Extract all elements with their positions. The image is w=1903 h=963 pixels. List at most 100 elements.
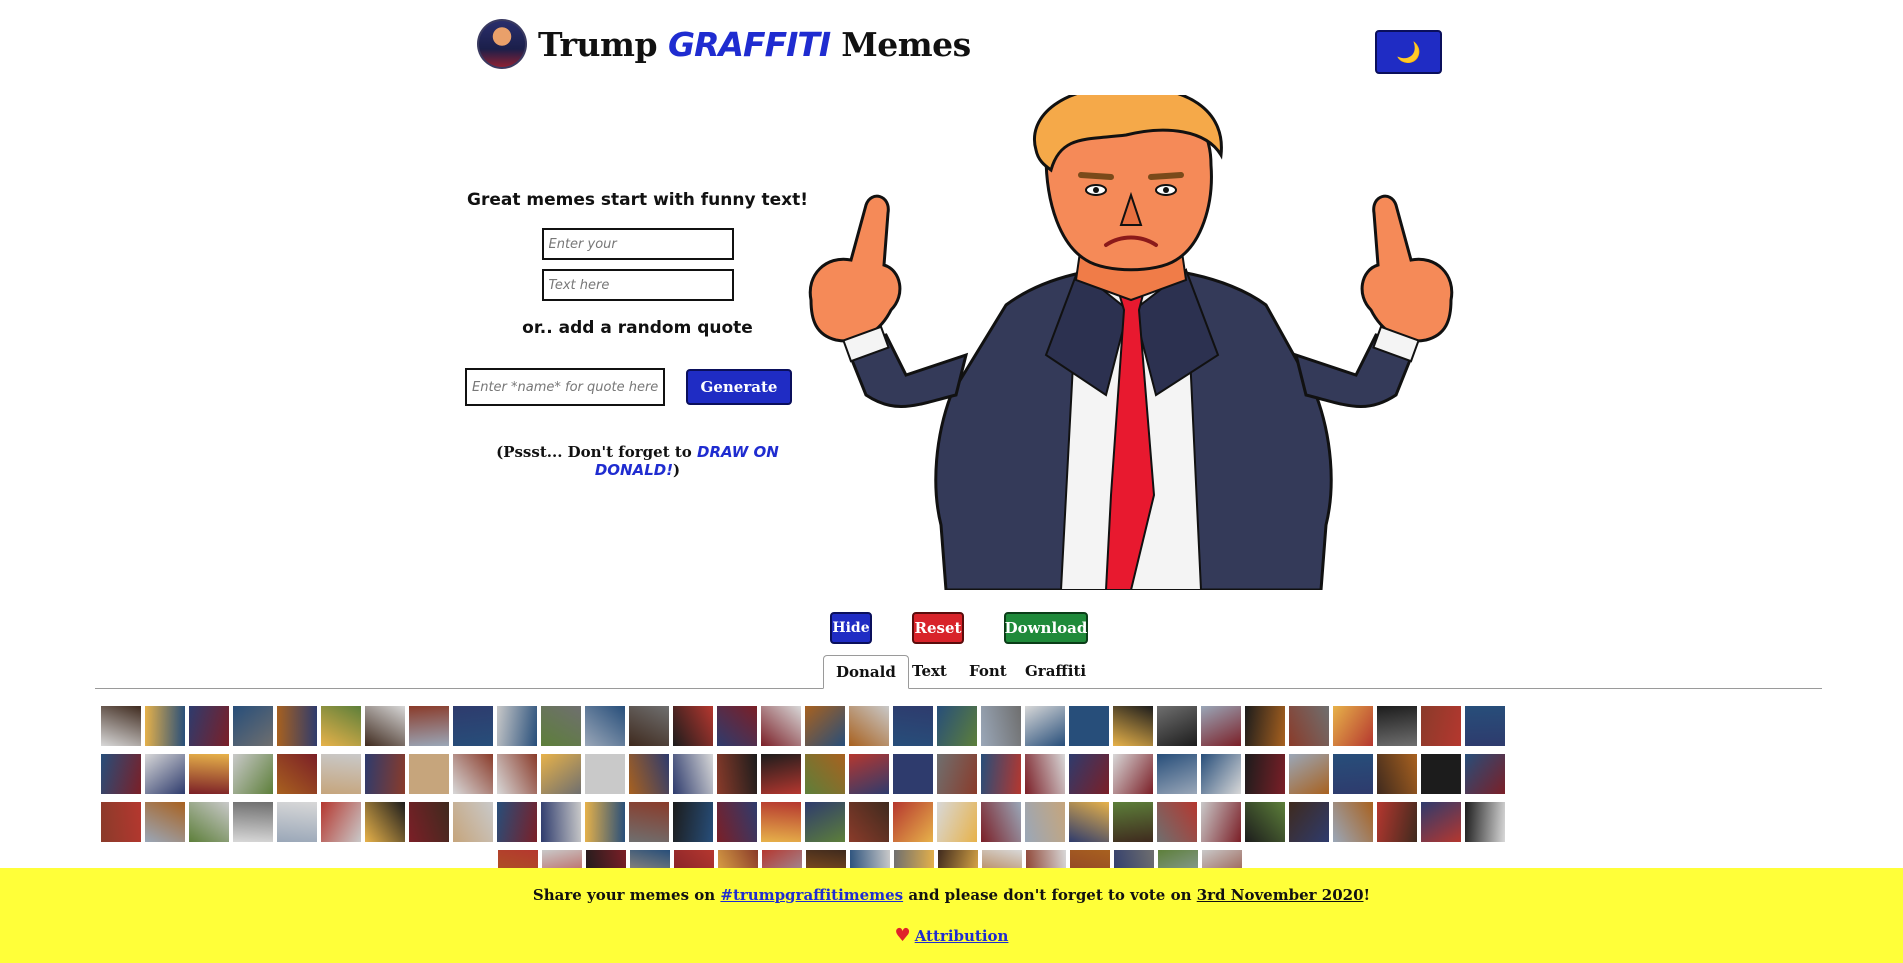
- donald-thumbnail[interactable]: [1201, 754, 1241, 794]
- donald-thumbnail[interactable]: [497, 706, 537, 746]
- donald-thumbnail[interactable]: [365, 802, 405, 842]
- donald-thumbnail[interactable]: [1333, 802, 1373, 842]
- donald-thumbnail[interactable]: [585, 802, 625, 842]
- donald-thumbnail[interactable]: [673, 802, 713, 842]
- donald-thumbnail[interactable]: [365, 706, 405, 746]
- donald-thumbnail[interactable]: [937, 754, 977, 794]
- donald-thumbnail[interactable]: [101, 802, 141, 842]
- donald-thumbnail[interactable]: [453, 802, 493, 842]
- donald-thumbnail[interactable]: [277, 802, 317, 842]
- attribution-link[interactable]: Attribution: [915, 927, 1009, 945]
- donald-thumbnail[interactable]: [673, 706, 713, 746]
- donald-thumbnail[interactable]: [981, 802, 1021, 842]
- donald-thumbnail[interactable]: [233, 754, 273, 794]
- donald-thumbnail[interactable]: [761, 706, 801, 746]
- donald-thumbnail[interactable]: [145, 802, 185, 842]
- donald-thumbnail[interactable]: [1377, 802, 1417, 842]
- donald-thumbnail[interactable]: [1465, 802, 1505, 842]
- reset-button[interactable]: Reset: [912, 612, 964, 644]
- donald-thumbnail[interactable]: [1289, 706, 1329, 746]
- donald-thumbnail[interactable]: [321, 802, 361, 842]
- donald-thumbnail[interactable]: [541, 754, 581, 794]
- donald-thumbnail[interactable]: [1113, 802, 1153, 842]
- donald-thumbnail[interactable]: [453, 706, 493, 746]
- donald-thumbnail[interactable]: [497, 754, 537, 794]
- donald-thumbnail[interactable]: [233, 706, 273, 746]
- donald-thumbnail[interactable]: [1245, 802, 1285, 842]
- dark-mode-toggle-button[interactable]: 🌙: [1375, 30, 1442, 74]
- donald-thumbnail[interactable]: [849, 706, 889, 746]
- tab-donald[interactable]: Donald: [823, 655, 909, 689]
- donald-thumbnail[interactable]: [717, 706, 757, 746]
- donald-thumbnail[interactable]: [233, 802, 273, 842]
- donald-thumbnail[interactable]: [541, 802, 581, 842]
- donald-thumbnail[interactable]: [101, 754, 141, 794]
- donald-thumbnail[interactable]: [1069, 754, 1109, 794]
- donald-thumbnail[interactable]: [849, 754, 889, 794]
- donald-thumbnail[interactable]: [145, 754, 185, 794]
- donald-thumbnail[interactable]: [1201, 802, 1241, 842]
- donald-thumbnail[interactable]: [1113, 754, 1153, 794]
- trump-cartoon-canvas[interactable]: [806, 95, 1456, 590]
- generate-button[interactable]: Generate: [686, 369, 792, 405]
- tab-font[interactable]: Font: [957, 655, 1019, 688]
- donald-thumbnail[interactable]: [145, 706, 185, 746]
- download-button[interactable]: Download: [1004, 612, 1088, 644]
- top-text-input[interactable]: [541, 228, 734, 260]
- donald-thumbnail[interactable]: [1069, 706, 1109, 746]
- donald-thumbnail[interactable]: [805, 706, 845, 746]
- donald-thumbnail[interactable]: [1465, 754, 1505, 794]
- quote-name-input[interactable]: [465, 368, 665, 406]
- donald-thumbnail[interactable]: [1465, 706, 1505, 746]
- donald-thumbnail[interactable]: [189, 802, 229, 842]
- donald-thumbnail[interactable]: [629, 706, 669, 746]
- donald-thumbnail[interactable]: [1421, 706, 1461, 746]
- donald-thumbnail[interactable]: [541, 706, 581, 746]
- donald-thumbnail[interactable]: [761, 754, 801, 794]
- donald-thumbnail[interactable]: [277, 706, 317, 746]
- donald-thumbnail[interactable]: [321, 706, 361, 746]
- donald-thumbnail[interactable]: [1289, 802, 1329, 842]
- donald-thumbnail[interactable]: [1157, 802, 1197, 842]
- donald-thumbnail[interactable]: [1025, 754, 1065, 794]
- donald-thumbnail[interactable]: [365, 754, 405, 794]
- donald-thumbnail[interactable]: [1245, 754, 1285, 794]
- donald-thumbnail[interactable]: [717, 802, 757, 842]
- donald-thumbnail[interactable]: [1113, 706, 1153, 746]
- donald-thumbnail[interactable]: [673, 754, 713, 794]
- donald-thumbnail[interactable]: [101, 706, 141, 746]
- tab-graffiti[interactable]: Graffiti: [1013, 655, 1098, 688]
- donald-thumbnail[interactable]: [1157, 706, 1197, 746]
- donald-thumbnail[interactable]: [321, 754, 361, 794]
- donald-thumbnail[interactable]: [585, 706, 625, 746]
- donald-thumbnail[interactable]: [981, 754, 1021, 794]
- donald-thumbnail[interactable]: [453, 754, 493, 794]
- donald-thumbnail[interactable]: [1289, 754, 1329, 794]
- donald-thumbnail[interactable]: [409, 754, 449, 794]
- donald-thumbnail[interactable]: [629, 754, 669, 794]
- hide-button[interactable]: Hide: [830, 612, 872, 644]
- donald-thumbnail[interactable]: [629, 802, 669, 842]
- donald-thumbnail[interactable]: [497, 802, 537, 842]
- donald-thumbnail[interactable]: [585, 754, 625, 794]
- donald-thumbnail[interactable]: [1025, 706, 1065, 746]
- donald-thumbnail[interactable]: [1069, 802, 1109, 842]
- donald-thumbnail[interactable]: [893, 802, 933, 842]
- donald-thumbnail[interactable]: [1333, 754, 1373, 794]
- donald-thumbnail[interactable]: [1421, 802, 1461, 842]
- donald-thumbnail[interactable]: [937, 802, 977, 842]
- donald-thumbnail[interactable]: [189, 706, 229, 746]
- donald-thumbnail[interactable]: [1377, 706, 1417, 746]
- donald-thumbnail[interactable]: [893, 706, 933, 746]
- donald-thumbnail[interactable]: [981, 706, 1021, 746]
- donald-thumbnail[interactable]: [1201, 706, 1241, 746]
- donald-thumbnail[interactable]: [761, 802, 801, 842]
- donald-thumbnail[interactable]: [805, 754, 845, 794]
- donald-thumbnail[interactable]: [1333, 706, 1373, 746]
- bottom-text-input[interactable]: [541, 269, 734, 301]
- donald-thumbnail[interactable]: [1245, 706, 1285, 746]
- donald-thumbnail[interactable]: [893, 754, 933, 794]
- donald-thumbnail[interactable]: [1157, 754, 1197, 794]
- donald-thumbnail[interactable]: [1377, 754, 1417, 794]
- donald-thumbnail[interactable]: [805, 802, 845, 842]
